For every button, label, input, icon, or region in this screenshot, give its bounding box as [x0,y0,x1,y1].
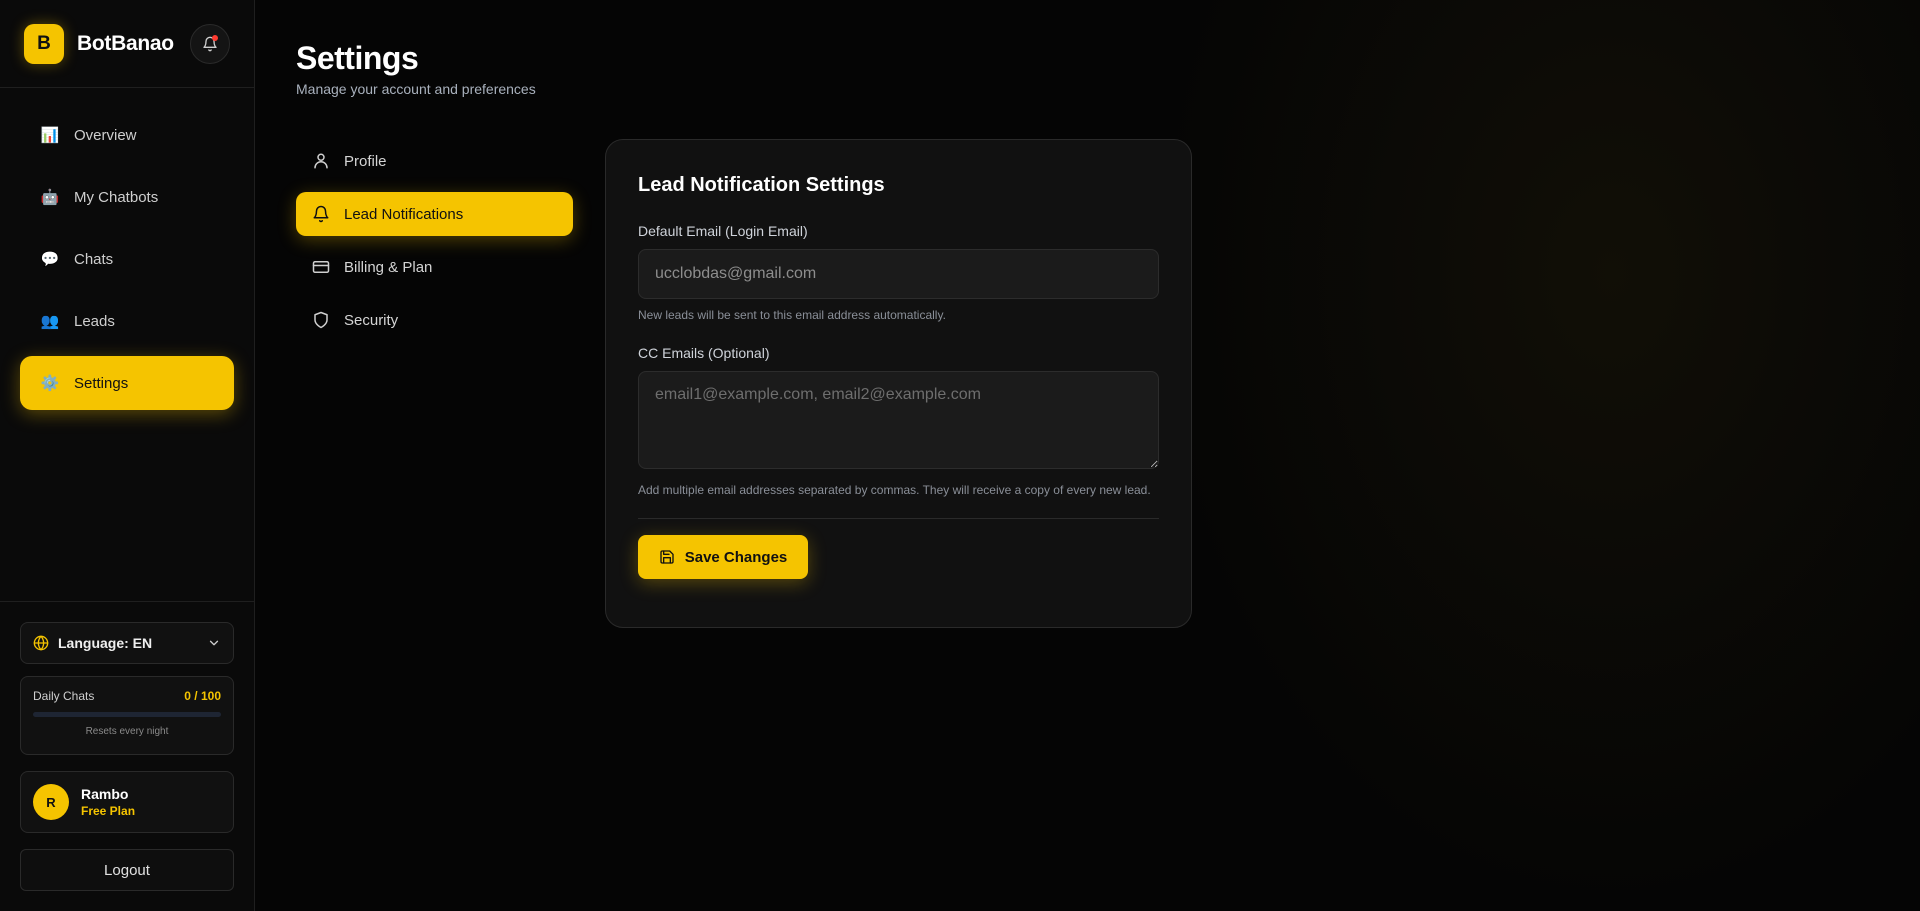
sidebar-item-settings[interactable]: ⚙️ Settings [20,356,234,410]
logout-button[interactable]: Logout [20,849,234,891]
form-divider [638,518,1159,519]
sidebar-item-my-chatbots[interactable]: 🤖 My Chatbots [20,170,234,224]
sidebar-item-label: Chats [74,250,114,268]
user-plan: Free Plan [81,804,136,818]
chart-icon: 📊 [40,127,60,144]
default-email-hint: New leads will be sent to this email add… [638,308,946,322]
notifications-button[interactable] [190,23,230,64]
settings-tab-label: Profile [344,152,387,170]
user-name: Rambo [81,786,129,802]
language-label: Language: EN [58,635,153,651]
bell-icon [313,205,329,223]
settings-tab-label: Billing & Plan [344,258,433,276]
settings-tab-lead-notifications[interactable]: Lead Notifications [296,192,573,236]
sidebar-item-label: Overview [74,126,137,144]
robot-icon: 🤖 [40,189,60,206]
card-title: Lead Notification Settings [638,174,885,196]
page-title: Settings [296,40,419,76]
settings-tab-billing[interactable]: Billing & Plan [296,245,573,289]
brand-name[interactable]: BotBanao [77,32,174,56]
chevron-down-icon [209,640,219,646]
sidebar-nav: 📊 Overview 🤖 My Chatbots 💬 Chats 👥 Leads… [0,88,254,601]
language-select[interactable]: Language: EN [20,622,234,664]
credit-card-icon [312,261,330,273]
users-icon: 👥 [40,313,60,330]
default-email-label: Default Email (Login Email) [638,223,808,239]
sidebar-footer: Language: EN Daily Chats 0 / 100 Resets … [0,601,254,911]
user-card[interactable]: R Rambo Free Plan [20,771,234,833]
speech-bubble-icon: 💬 [40,251,60,268]
sidebar-item-label: Leads [74,312,115,330]
gear-icon: ⚙️ [40,375,60,392]
shield-icon [314,311,328,329]
settings-nav: Profile Lead Notifications Billing & Pla… [296,139,573,628]
save-button-label: Save Changes [684,548,788,566]
sidebar-item-label: My Chatbots [74,188,159,206]
lead-notification-card: Lead Notification Settings Default Email… [605,139,1192,628]
globe-icon [33,635,49,651]
settings-tab-label: Lead Notifications [344,205,464,223]
usage-title: Daily Chats [33,689,95,703]
brand-header: B BotBanao [0,0,254,88]
save-changes-button[interactable]: Save Changes [638,535,808,579]
save-icon [660,550,674,564]
sidebar-item-leads[interactable]: 👥 Leads [20,294,234,348]
usage-progress-bar [33,712,221,717]
cc-emails-label: CC Emails (Optional) [638,345,770,361]
cc-emails-textarea[interactable] [638,371,1159,469]
avatar: R [33,784,69,820]
main-content: Settings Manage your account and prefere… [255,0,1920,911]
sidebar-item-label: Settings [74,374,129,392]
cc-emails-hint: Add multiple email addresses separated b… [638,483,1151,497]
settings-tab-security[interactable]: Security [296,298,573,342]
default-email-input[interactable] [638,249,1159,299]
usage-value: 0 / 100 [184,689,221,703]
page-subtitle: Manage your account and preferences [296,81,536,97]
usage-note: Resets every night [85,726,169,737]
user-icon [314,153,328,169]
sidebar: B BotBanao 📊 Overview 🤖 My Chatbots 💬 Ch… [0,0,255,911]
settings-tab-label: Security [344,311,399,329]
sidebar-item-chats[interactable]: 💬 Chats [20,232,234,286]
sidebar-item-overview[interactable]: 📊 Overview [20,108,234,162]
app-root: B BotBanao 📊 Overview 🤖 My Chatbots 💬 Ch… [0,0,1920,911]
unread-dot [212,34,218,41]
settings-tab-profile[interactable]: Profile [296,139,573,183]
daily-chats-usage: Daily Chats 0 / 100 Resets every night [20,676,234,755]
brand-logo[interactable]: B [24,23,64,64]
